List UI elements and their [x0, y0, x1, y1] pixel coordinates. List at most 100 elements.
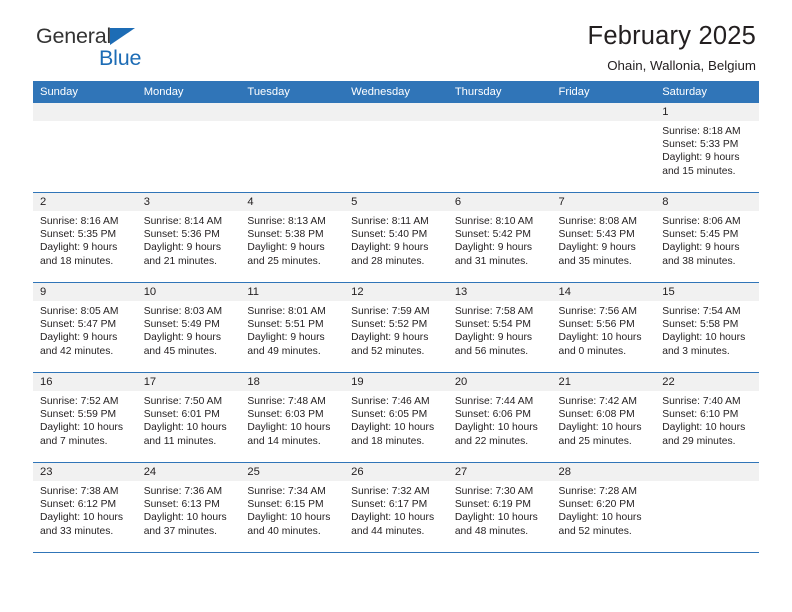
sun-info-line: Daylight: 10 hours [143, 422, 227, 434]
calendar-day-cell[interactable]: 18 Sunrise: 7:48 AM Sunset: 6:03 PM Dayligh… [240, 372, 345, 463]
sun-info-line: Sunset: 5:56 PM [558, 319, 635, 331]
day-number: 2 [33, 193, 137, 211]
sun-info-line: and 45 minutes. [143, 345, 217, 357]
weekday-header-saturday: Saturday [655, 81, 759, 103]
sun-info-line: Daylight: 9 hours [40, 242, 118, 254]
calendar-day-cell[interactable]: 9 Sunrise: 8:05 AM Sunset: 5:47 PM Daylight… [33, 282, 137, 373]
day-number: 4 [240, 193, 345, 211]
sun-info-line: and 38 minutes. [662, 255, 736, 267]
calendar-day-cell[interactable]: 5 Sunrise: 8:11 AM Sunset: 5:40 PM Daylight… [344, 192, 448, 283]
sun-info-line: Sunrise: 8:11 AM [351, 216, 429, 227]
day-sun-info: Sunrise: 7:42 AM Sunset: 6:08 PM Daylight:… [552, 391, 656, 448]
calendar-day-cell[interactable]: 14 Sunrise: 7:56 AM Sunset: 5:56 PM Dayligh… [551, 282, 656, 373]
day-sun-info: Sunrise: 8:18 AM Sunset: 5:33 PM Daylight:… [655, 121, 759, 178]
day-cell-inner [33, 103, 137, 192]
day-number: 14 [551, 283, 656, 301]
calendar-day-cell[interactable]: 26 Sunrise: 7:32 AM Sunset: 6:17 PM Dayligh… [344, 462, 448, 553]
day-sun-info: Sunrise: 7:59 AM Sunset: 5:52 PM Daylight:… [344, 301, 448, 358]
calendar-day-cell[interactable]: 28 Sunrise: 7:28 AM Sunset: 6:20 PM Dayligh… [551, 462, 656, 553]
calendar-day-cell[interactable]: 21 Sunrise: 7:42 AM Sunset: 6:08 PM Dayligh… [551, 372, 656, 463]
sun-info-line: Sunset: 5:36 PM [143, 229, 220, 241]
calendar-day-cell[interactable]: 15 Sunrise: 7:54 AM Sunset: 5:58 PM Dayligh… [655, 282, 759, 373]
day-cell-inner: 13 Sunrise: 7:58 AM Sunset: 5:54 PM Dayligh… [447, 283, 552, 372]
day-number [655, 463, 759, 481]
sun-info-line: Sunrise: 7:38 AM [40, 486, 119, 497]
sun-info-line: Daylight: 10 hours [662, 422, 746, 434]
calendar-day-cell[interactable]: 27 Sunrise: 7:30 AM Sunset: 6:19 PM Dayligh… [447, 462, 552, 553]
calendar-week-row: 1 Sunrise: 8:18 AM Sunset: 5:33 PM Daylight… [33, 103, 759, 193]
sun-info-line: Sunset: 5:45 PM [662, 229, 739, 241]
day-number: 11 [240, 283, 345, 301]
sun-info-line: and 44 minutes. [351, 525, 425, 537]
sun-info-line: Sunset: 5:52 PM [351, 319, 428, 331]
sun-info-line: Sunset: 5:47 PM [40, 319, 117, 331]
sun-info-line: and 7 minutes. [40, 435, 108, 447]
calendar-day-cell[interactable]: 6 Sunrise: 8:10 AM Sunset: 5:42 PM Daylight… [447, 192, 552, 283]
calendar-empty-cell [344, 103, 448, 193]
calendar-day-cell[interactable]: 1 Sunrise: 8:18 AM Sunset: 5:33 PM Daylight… [655, 103, 759, 193]
sun-info-line: Sunset: 5:58 PM [662, 319, 739, 331]
sun-info-line: and 18 minutes. [40, 255, 114, 267]
calendar-day-cell[interactable]: 7 Sunrise: 8:08 AM Sunset: 5:43 PM Daylight… [551, 192, 656, 283]
sun-info-line: Daylight: 10 hours [143, 512, 227, 524]
day-cell-inner: 1 Sunrise: 8:18 AM Sunset: 5:33 PM Daylight… [655, 103, 759, 192]
day-number: 19 [344, 373, 448, 391]
day-cell-inner: 12 Sunrise: 7:59 AM Sunset: 5:52 PM Dayligh… [344, 283, 448, 372]
day-sun-info: Sunrise: 7:40 AM Sunset: 6:10 PM Daylight:… [655, 391, 759, 448]
day-sun-info: Sunrise: 7:56 AM Sunset: 5:56 PM Daylight:… [552, 301, 656, 358]
sun-info-line: Sunrise: 8:10 AM [454, 216, 534, 227]
sun-info-line: Sunrise: 7:36 AM [143, 486, 223, 497]
calendar-day-cell[interactable]: 8 Sunrise: 8:06 AM Sunset: 5:45 PM Daylight… [655, 192, 759, 283]
weekday-header-tuesday: Tuesday [240, 81, 345, 103]
calendar-day-cell[interactable]: 20 Sunrise: 7:44 AM Sunset: 6:06 PM Dayligh… [447, 372, 552, 463]
sun-info-line: and 11 minutes. [143, 435, 217, 447]
calendar-day-cell[interactable]: 24 Sunrise: 7:36 AM Sunset: 6:13 PM Dayligh… [136, 462, 241, 553]
calendar-day-cell[interactable]: 10 Sunrise: 8:03 AM Sunset: 5:49 PM Dayligh… [136, 282, 241, 373]
calendar-day-cell[interactable]: 19 Sunrise: 7:46 AM Sunset: 6:05 PM Dayligh… [344, 372, 448, 463]
day-sun-info: Sunrise: 7:58 AM Sunset: 5:54 PM Daylight:… [448, 301, 552, 358]
day-cell-inner: 25 Sunrise: 7:34 AM Sunset: 6:15 PM Dayligh… [240, 463, 345, 552]
day-cell-inner [240, 103, 345, 192]
day-number: 21 [551, 373, 656, 391]
calendar-day-cell[interactable]: 22 Sunrise: 7:40 AM Sunset: 6:10 PM Dayligh… [655, 372, 759, 463]
sun-info-line: Daylight: 9 hours [351, 332, 429, 344]
general-blue-logo[interactable]: General Blue [36, 24, 236, 78]
sun-info-line: Daylight: 9 hours [247, 332, 325, 344]
sun-info-line: and 35 minutes. [558, 255, 632, 267]
day-cell-inner [447, 103, 552, 192]
sun-info-line: Sunset: 5:33 PM [662, 139, 739, 151]
calendar-day-cell[interactable]: 17 Sunrise: 7:50 AM Sunset: 6:01 PM Dayligh… [136, 372, 241, 463]
calendar-day-cell[interactable]: 3 Sunrise: 8:14 AM Sunset: 5:36 PM Daylight… [136, 192, 241, 283]
sun-info-line: Sunset: 5:35 PM [40, 229, 117, 241]
sun-info-line: Sunset: 5:38 PM [247, 229, 324, 241]
calendar-day-cell[interactable]: 12 Sunrise: 7:59 AM Sunset: 5:52 PM Dayligh… [344, 282, 448, 373]
sun-info-line: Sunset: 6:03 PM [247, 409, 324, 421]
day-number: 27 [447, 463, 552, 481]
logo-text-general: General [36, 24, 112, 48]
calendar-day-cell[interactable]: 2 Sunrise: 8:16 AM Sunset: 5:35 PM Daylight… [33, 192, 137, 283]
sun-info-line: Sunrise: 8:08 AM [558, 216, 637, 227]
day-cell-inner: 5 Sunrise: 8:11 AM Sunset: 5:40 PM Daylight… [344, 193, 448, 282]
day-cell-inner: 24 Sunrise: 7:36 AM Sunset: 6:13 PM Dayligh… [136, 463, 241, 552]
sun-info-line: Sunset: 6:19 PM [454, 499, 531, 511]
day-number: 1 [655, 103, 759, 121]
page-header: General Blue February 2025 Ohain, Wallon… [33, 0, 759, 73]
sun-info-line: and 0 minutes. [558, 345, 627, 357]
sun-info-line: Daylight: 9 hours [454, 242, 533, 254]
day-cell-inner: 18 Sunrise: 7:48 AM Sunset: 6:03 PM Dayligh… [240, 373, 345, 462]
calendar-day-cell[interactable]: 23 Sunrise: 7:38 AM Sunset: 6:12 PM Dayligh… [33, 462, 137, 553]
day-cell-inner: 3 Sunrise: 8:14 AM Sunset: 5:36 PM Daylight… [136, 193, 241, 282]
logo-text-blue: Blue [99, 46, 142, 70]
calendar-day-cell[interactable]: 13 Sunrise: 7:58 AM Sunset: 5:54 PM Dayligh… [447, 282, 552, 373]
calendar-day-cell[interactable]: 25 Sunrise: 7:34 AM Sunset: 6:15 PM Dayligh… [240, 462, 345, 553]
day-sun-info: Sunrise: 7:36 AM Sunset: 6:13 PM Daylight:… [137, 481, 241, 538]
calendar-day-cell[interactable]: 4 Sunrise: 8:13 AM Sunset: 5:38 PM Daylight… [240, 192, 345, 283]
calendar-day-cell[interactable]: 11 Sunrise: 8:01 AM Sunset: 5:51 PM Dayligh… [240, 282, 345, 373]
sun-info-line: Sunrise: 7:46 AM [351, 396, 430, 407]
day-cell-inner [344, 103, 448, 192]
sun-info-line: and 52 minutes. [351, 345, 425, 357]
sun-info-line: Sunset: 5:43 PM [558, 229, 635, 241]
sun-info-line: Sunrise: 7:56 AM [558, 306, 637, 317]
day-number: 16 [33, 373, 137, 391]
calendar-day-cell[interactable]: 16 Sunrise: 7:52 AM Sunset: 5:59 PM Dayligh… [33, 372, 137, 463]
